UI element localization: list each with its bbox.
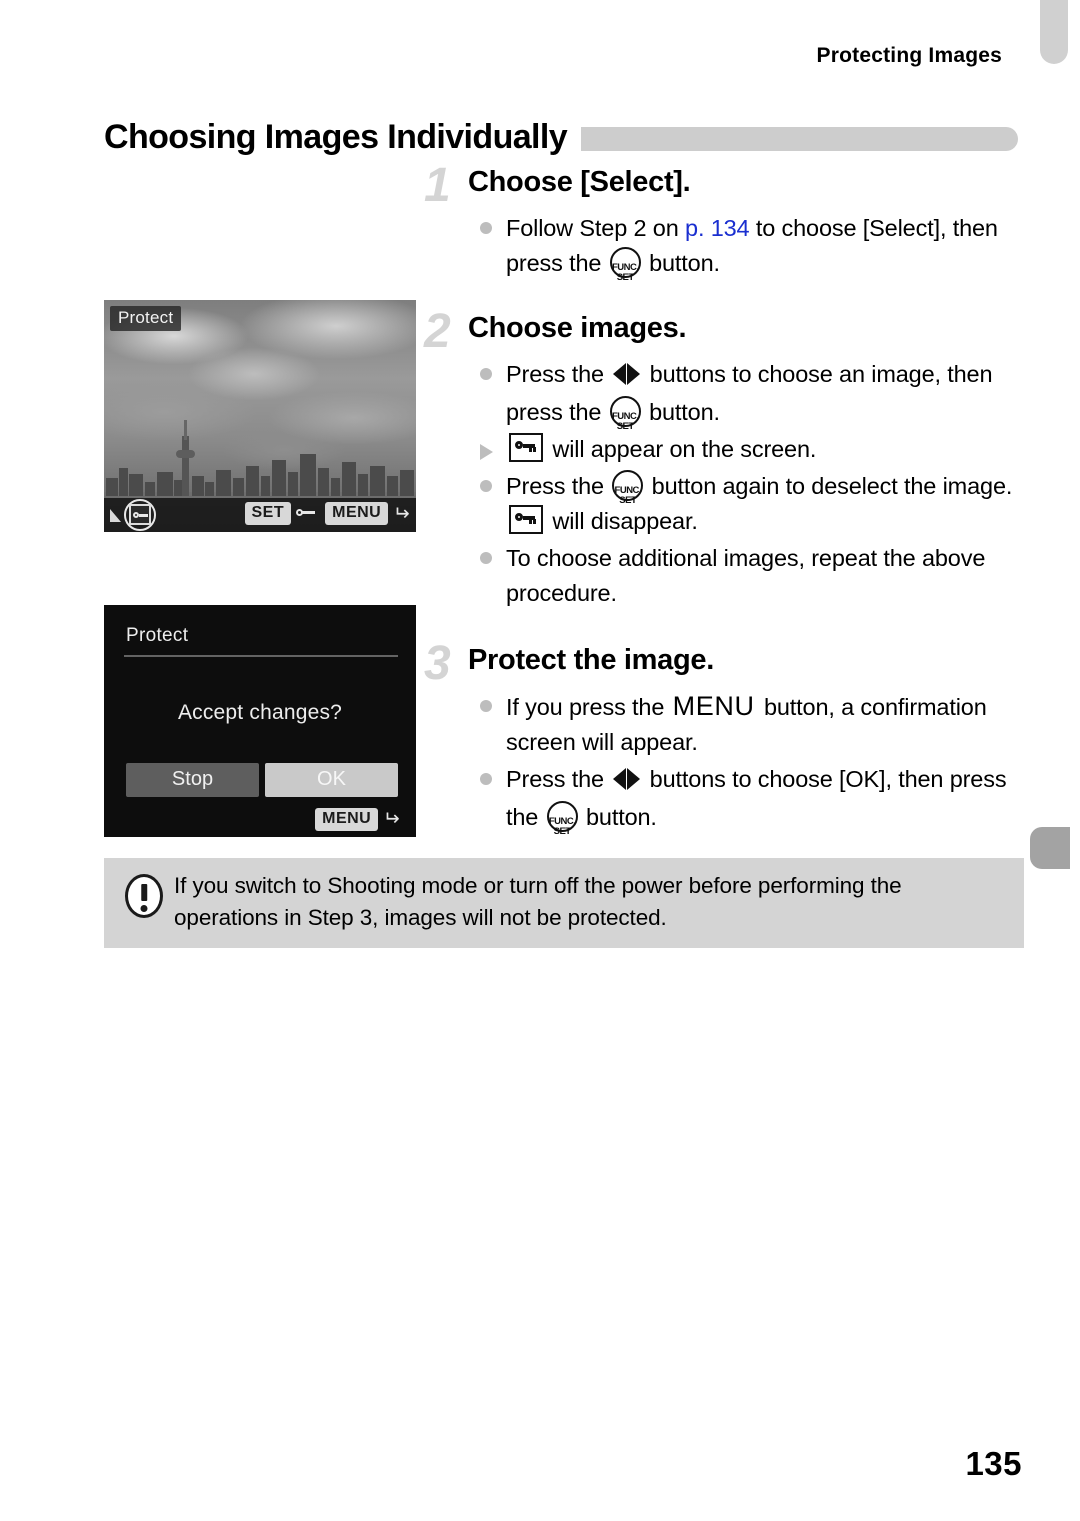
chapter-tab-marker	[1030, 827, 1070, 869]
bullet-text: Follow Step 2 on p. 134 to choose [Selec…	[506, 211, 1024, 283]
chapter-tab-top	[1040, 0, 1068, 64]
dialog-buttons: Stop OK	[126, 763, 398, 797]
bullet-segment: Press the	[506, 766, 611, 792]
title-decoration-bar	[581, 127, 1018, 151]
camera-bottom-actions: SET MENU ↵	[244, 502, 410, 526]
bullet-item: To choose additional images, repeat the …	[480, 541, 1024, 611]
func-set-icon: FUNC. SET	[609, 396, 641, 432]
bullet-text: To choose additional images, repeat the …	[506, 545, 986, 606]
set-label: SET	[616, 421, 634, 432]
bullet-text: Press the buttons to choose an image, th…	[506, 357, 1024, 432]
set-label: SET	[619, 495, 637, 506]
set-pill[interactable]: SET	[244, 502, 292, 526]
protect-key-icon	[509, 433, 543, 462]
section-title-row: Choosing Images Individually	[104, 114, 1018, 160]
bullet-item: Press the buttons to choose [OK], then p…	[480, 762, 1024, 837]
protect-key-icon	[509, 505, 543, 534]
step-1-number: 1	[424, 159, 451, 212]
page-number: 135	[965, 1445, 1022, 1482]
step-1: 1 Choose [Select]. Follow Step 2 on p. 1…	[424, 159, 1024, 283]
city-skyline	[104, 420, 416, 496]
bullet-segment: will appear on the screen.	[546, 436, 817, 462]
bullet-item: Press the buttons to choose an image, th…	[480, 357, 1024, 432]
bullet-dot-icon	[480, 469, 506, 492]
step-3: 3 Protect the image. If you press the ME…	[424, 637, 1024, 837]
bullet-segment: Press the	[506, 473, 611, 499]
func-set-icon: FUNC. SET	[609, 247, 641, 283]
menu-pill[interactable]: MENU	[315, 807, 379, 831]
battery-indicator-icon	[110, 509, 121, 522]
warning-note-text: If you switch to Shooting mode or turn o…	[174, 873, 902, 930]
back-arrow-icon: ↵	[393, 502, 410, 525]
bullet-dot-icon	[480, 541, 506, 564]
left-right-arrows-icon	[613, 765, 641, 800]
dialog-title: Protect	[126, 625, 189, 646]
step-3-number: 3	[424, 637, 451, 690]
back-arrow-icon: ↵	[383, 808, 400, 831]
bullet-item: Press the FUNC. SET button again to desel…	[480, 469, 1024, 539]
steps-column: 1 Choose [Select]. Follow Step 2 on p. 1…	[424, 159, 1024, 841]
menu-pill[interactable]: MENU	[325, 502, 389, 526]
warning-note: If you switch to Shooting mode or turn o…	[104, 858, 1024, 948]
camera-screen-protect-select: Protect SET MENU ↵	[104, 300, 416, 532]
bullet-segment: If you press the	[506, 694, 671, 720]
bullet-text: If you press the MENU button, a confirma…	[506, 689, 1024, 760]
step-2-number: 2	[424, 305, 451, 358]
ok-button[interactable]: OK	[265, 763, 398, 797]
page-link[interactable]: p. 134	[685, 215, 750, 241]
step-3-heading: 3 Protect the image.	[424, 637, 1024, 690]
bullet-text: Press the FUNC. SET button again to desel…	[506, 469, 1024, 539]
left-right-arrows-icon	[613, 360, 641, 395]
stop-button[interactable]: Stop	[126, 763, 259, 797]
step-1-heading: 1 Choose [Select].	[424, 159, 1024, 212]
step-3-title: Protect the image.	[468, 644, 714, 676]
bullet-text: will appear on the screen.	[506, 432, 816, 467]
bullet-text: Press the buttons to choose [OK], then p…	[506, 762, 1024, 837]
func-set-icon: FUNC. SET	[546, 801, 578, 837]
bullet-item: If you press the MENU button, a confirma…	[480, 689, 1024, 760]
bullet-segment: Press the	[506, 361, 611, 387]
screen-mode-label: Protect	[110, 306, 182, 331]
camera-bottom-bar: SET MENU ↵	[104, 498, 416, 532]
bullet-segment: button again to deselect the image.	[645, 473, 1013, 499]
bullet-segment: button.	[579, 804, 657, 830]
bullet-item: Follow Step 2 on p. 134 to choose [Selec…	[480, 211, 1024, 283]
figures-column: Protect SET MENU ↵	[104, 300, 416, 532]
page-title: Choosing Images Individually	[104, 117, 568, 156]
bullet-segment: Follow Step 2 on	[506, 215, 686, 241]
set-label: SET	[616, 272, 634, 283]
bullet-item: will appear on the screen.	[480, 432, 1024, 467]
dialog-divider	[124, 655, 398, 657]
bullet-dot-icon	[480, 689, 506, 712]
exclamation-icon	[118, 870, 170, 918]
dialog-menu-hint: MENU ↵	[315, 807, 400, 831]
step-2-heading: 2 Choose images.	[424, 305, 1024, 358]
bullet-triangle-icon	[480, 432, 506, 460]
protect-key-inner-icon	[129, 504, 151, 525]
step-1-title: Choose [Select].	[468, 166, 691, 198]
step-1-bullets: Follow Step 2 on p. 134 to choose [Selec…	[480, 211, 1024, 283]
step-2: 2 Choose images. Press the buttons to ch…	[424, 305, 1024, 611]
set-label: SET	[553, 826, 571, 837]
dialog-question: Accept changes?	[177, 701, 343, 724]
menu-word-icon: MENU	[672, 691, 755, 721]
bullet-dot-icon	[480, 762, 506, 785]
camera-screen-confirm: Protect Accept changes? Stop OK MENU ↵	[104, 605, 416, 837]
func-set-icon: FUNC. SET	[612, 470, 644, 506]
figures-column-2: Protect Accept changes? Stop OK MENU ↵	[104, 605, 416, 837]
protect-key-icon	[296, 505, 320, 522]
step-3-bullets: If you press the MENU button, a confirma…	[480, 689, 1024, 837]
step-2-bullets: Press the buttons to choose an image, th…	[480, 357, 1024, 611]
running-header: Protecting Images	[816, 44, 1002, 67]
bullet-dot-icon	[480, 211, 506, 234]
bullet-segment: button.	[642, 250, 720, 276]
step-2-title: Choose images.	[468, 312, 687, 344]
bullet-segment: button.	[642, 399, 720, 425]
bullet-dot-icon	[480, 357, 506, 380]
